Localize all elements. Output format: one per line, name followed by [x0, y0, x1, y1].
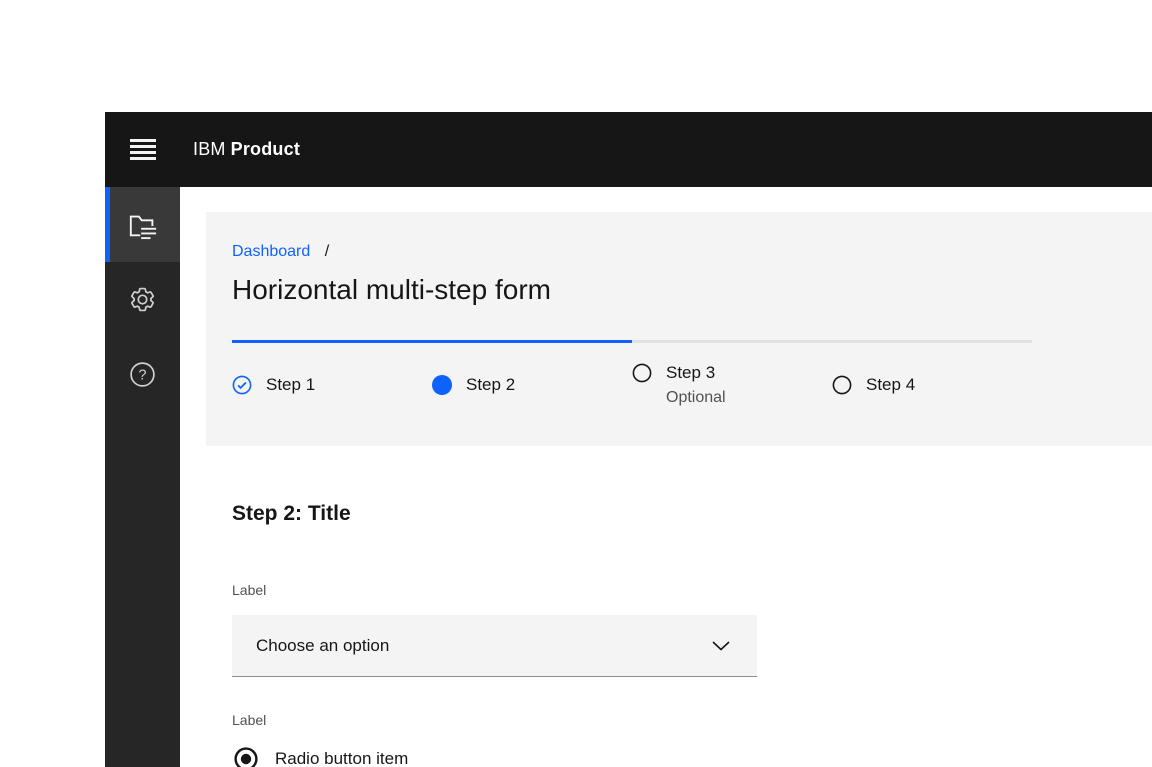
progress-step-3[interactable]: Step 3 Optional — [632, 340, 832, 407]
empty-circle-icon — [632, 363, 652, 383]
hamburger-menu-icon — [130, 139, 156, 161]
header-brand-link[interactable]: IBMProduct — [193, 139, 300, 160]
progress-step-2[interactable]: Step 2 — [432, 340, 632, 407]
radio-option-item[interactable]: Radio button item — [234, 747, 408, 767]
progress-step-label: Step 4 — [866, 375, 915, 395]
help-icon: ? — [129, 361, 156, 388]
app-root: IBMProduct — [0, 0, 1152, 767]
page-header-section: Dashboard / Horizontal multi-step form S… — [206, 212, 1152, 446]
app-header: IBMProduct — [105, 112, 1152, 187]
breadcrumb: Dashboard / — [232, 242, 329, 262]
settings-gear-icon — [129, 286, 156, 313]
brand-name: Product — [231, 139, 300, 159]
radio-selected-icon — [234, 747, 258, 767]
progress-indicator: Step 1 Step 2 — [232, 340, 1032, 407]
side-nav: ? — [105, 187, 180, 767]
dropdown-selected-value: Choose an option — [256, 636, 389, 656]
sidenav-item-help[interactable]: ? — [105, 337, 180, 412]
chevron-down-icon — [711, 640, 731, 652]
brand-prefix: IBM — [193, 139, 226, 159]
progress-step-1[interactable]: Step 1 — [232, 340, 432, 407]
breadcrumb-separator: / — [325, 243, 329, 260]
radio-option-label: Radio button item — [275, 747, 408, 767]
menu-toggle-button[interactable] — [105, 112, 180, 187]
progress-step-label: Step 1 — [266, 375, 315, 395]
dropdown-choose-option[interactable]: Choose an option — [232, 615, 757, 677]
radio-group-label: Label — [232, 712, 266, 728]
page-title: Horizontal multi-step form — [232, 273, 551, 307]
sidenav-item-settings[interactable] — [105, 262, 180, 337]
filled-circle-icon — [432, 375, 452, 395]
progress-step-label: Step 3 — [666, 363, 726, 383]
empty-circle-icon — [832, 375, 852, 395]
sidenav-item-folder[interactable] — [105, 187, 180, 262]
dropdown-field-label: Label — [232, 582, 266, 598]
checkmark-circle-icon — [232, 375, 252, 395]
folder-details-icon — [128, 210, 158, 240]
breadcrumb-link-dashboard[interactable]: Dashboard — [232, 243, 310, 260]
svg-text:?: ? — [139, 368, 147, 384]
progress-step-sublabel: Optional — [666, 389, 726, 407]
progress-step-label: Step 2 — [466, 375, 515, 395]
progress-step-4[interactable]: Step 4 — [832, 340, 1032, 407]
form-section-title: Step 2: Title — [232, 501, 351, 527]
